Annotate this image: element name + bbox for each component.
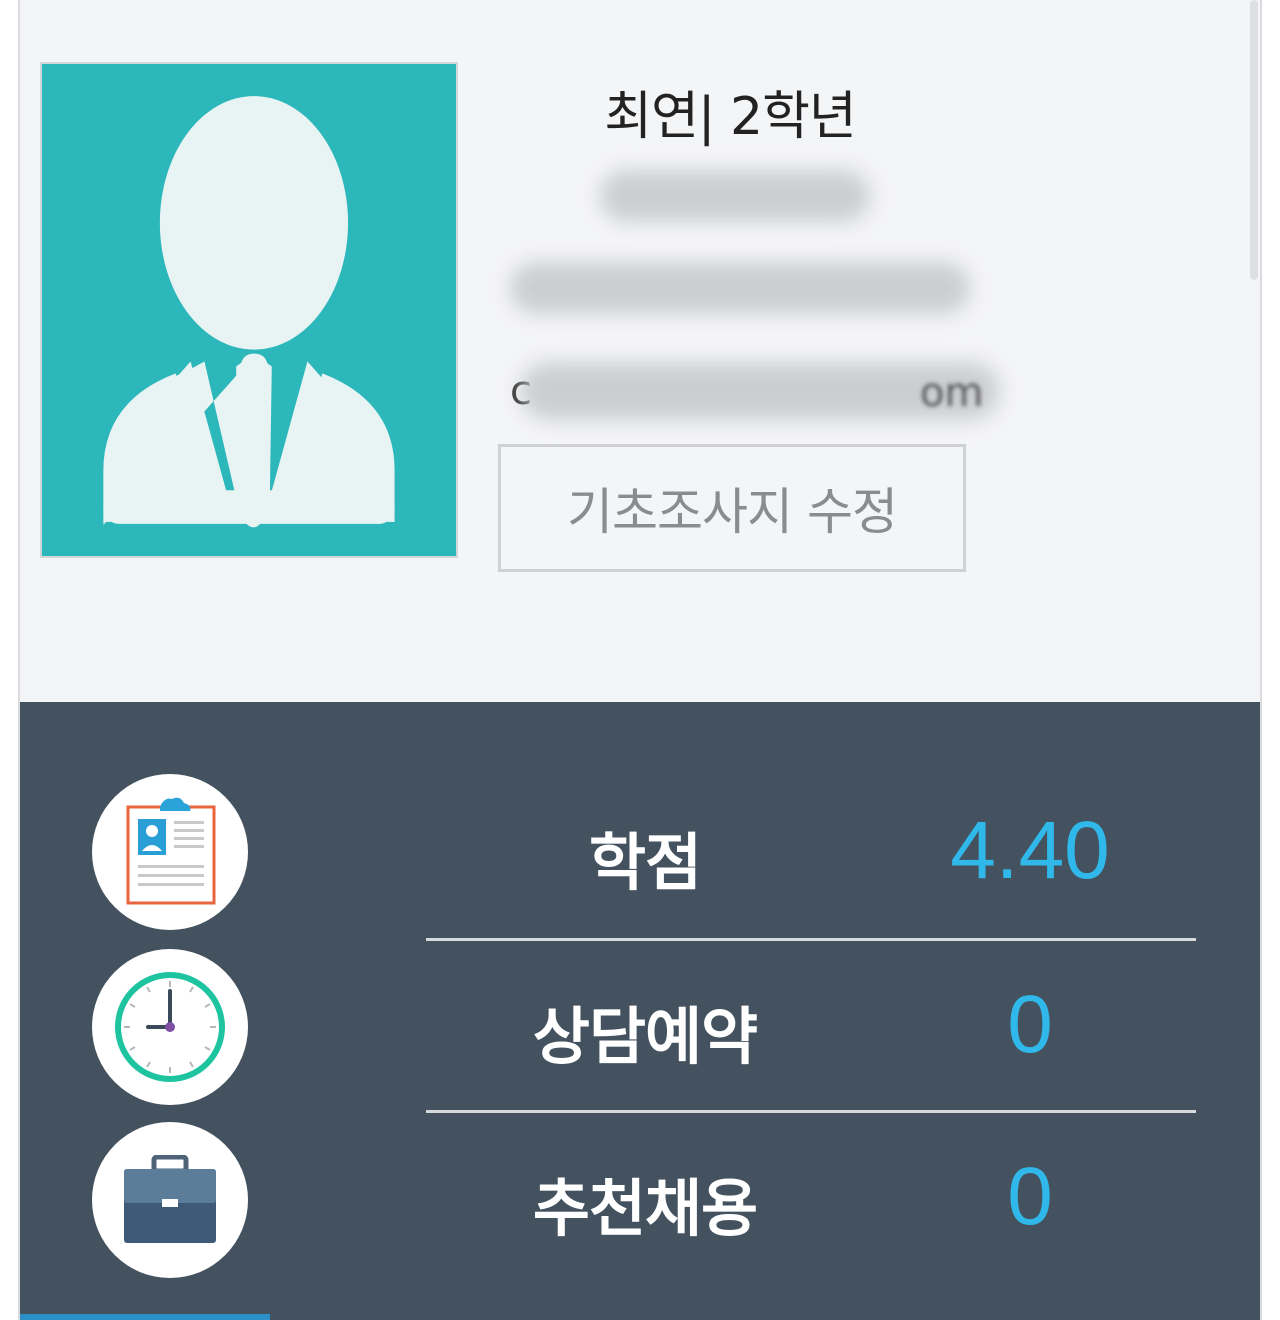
profile-card: 최연| 2학년 c om 기초조사지 수정 학점 4.40 [18, 0, 1262, 1320]
briefcase-icon [124, 1155, 216, 1243]
redacted-phone [510, 262, 970, 314]
stat-icon-recommend [92, 1122, 248, 1278]
divider [426, 1110, 1196, 1113]
person-icon [103, 96, 395, 528]
stat-icon-gpa [92, 774, 248, 930]
stat-icon-counseling [92, 949, 248, 1105]
avatar [40, 62, 458, 558]
stat-value-gpa[interactable]: 4.40 [900, 804, 1160, 898]
resume-icon [126, 797, 216, 905]
email-suffix: om [920, 370, 984, 416]
stat-label-recommend: 추천채용 [532, 1172, 758, 1245]
stat-value-counseling[interactable]: 0 [900, 978, 1160, 1072]
student-name-grade: 최연| 2학년 [604, 87, 857, 147]
bottom-accent-bar [20, 1314, 270, 1320]
stat-value-recommend[interactable]: 0 [900, 1150, 1160, 1244]
clock-icon [115, 972, 225, 1082]
redacted-student-id [600, 170, 870, 222]
edit-survey-button[interactable]: 기초조사지 수정 [498, 444, 966, 572]
stats-panel: 학점 4.40 상담예약 0 추천채용 0 [20, 702, 1260, 1320]
stat-label-counseling: 상담예약 [532, 1000, 758, 1073]
divider [426, 938, 1196, 941]
scrollbar-thumb[interactable] [1250, 0, 1258, 280]
stat-label-gpa: 학점 [588, 826, 702, 899]
